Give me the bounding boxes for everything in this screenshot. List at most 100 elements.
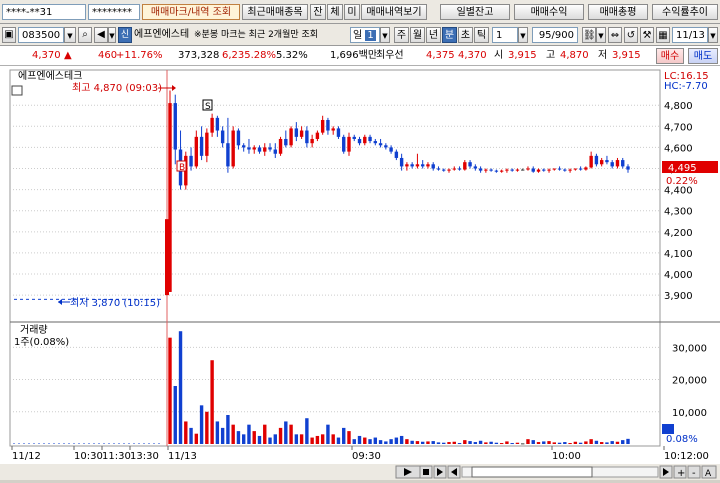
volume-bar [310, 437, 314, 444]
unfilled-button[interactable]: 미 [344, 4, 360, 20]
chain-dropdown-icon[interactable]: ▼ [596, 27, 606, 43]
recent-trades-button[interactable]: 최근매매종목 [242, 4, 308, 20]
count-input[interactable]: 95/900 [532, 27, 578, 43]
candle-body [305, 130, 309, 144]
interval-dropdown-icon[interactable]: ▼ [518, 27, 528, 43]
candle-body [568, 169, 572, 171]
arrows-icon[interactable]: ⇔ [608, 27, 622, 43]
hc-label: HC:-7.70 [664, 81, 708, 92]
period-select[interactable]: 일 1 [350, 27, 380, 43]
balance-button[interactable]: 잔 [310, 4, 326, 20]
sound-dropdown-icon[interactable]: ▼ [108, 27, 116, 43]
candle-body [347, 136, 351, 152]
price-pane[interactable] [9, 69, 661, 323]
candle-body [378, 143, 383, 146]
sell-button[interactable]: 매도 [688, 48, 718, 64]
date-dropdown-icon[interactable]: ▼ [708, 27, 718, 43]
price-tick-label: 3,900 [664, 291, 693, 302]
volume-tick-label: 10,000 [672, 408, 707, 419]
volume-bar [547, 441, 551, 444]
candle-body [273, 149, 277, 154]
volume-bar [568, 443, 572, 445]
undo-icon[interactable]: ↺ [624, 27, 638, 43]
tab-month[interactable]: 월 [410, 27, 425, 43]
candle-body [578, 168, 583, 170]
price-tick-label: 4,300 [664, 207, 693, 218]
stock-code-input[interactable]: 083500 [18, 27, 64, 43]
candle-body [220, 130, 225, 144]
credit-icon[interactable]: 신 [118, 27, 132, 43]
volume-bar [342, 427, 346, 444]
daily-balance-button[interactable]: 일별잔고 [440, 4, 510, 20]
candle-body [468, 162, 472, 167]
tab-second[interactable]: 초 [458, 27, 473, 43]
price-tick-label: 4,000 [664, 270, 693, 281]
volume-bar [626, 438, 630, 444]
price-tick-label: 4,100 [664, 249, 693, 260]
candle-body [436, 168, 441, 170]
period-dropdown-icon[interactable]: ▼ [380, 27, 390, 43]
sell-marker[interactable]: S [202, 99, 213, 112]
password-field[interactable]: ******** [88, 4, 140, 20]
volume-bar [578, 442, 583, 444]
volume-bar [426, 441, 430, 444]
calendar-icon[interactable]: ▦ [656, 27, 670, 43]
volume-bar [199, 405, 204, 444]
candle-body [189, 155, 193, 167]
candle-body [547, 169, 551, 171]
candle-body [452, 168, 456, 170]
x-tick-label: 10:12:00 [664, 451, 709, 462]
tab-year[interactable]: 년 [426, 27, 441, 43]
volume-pct-tag: 0.08% [666, 434, 698, 445]
candle-body [552, 168, 556, 170]
tab-tick[interactable]: 틱 [474, 27, 489, 43]
trade-history-button[interactable]: 매매내역보기 [361, 4, 427, 20]
candle-body [299, 130, 304, 137]
buy-button[interactable]: 매수 [656, 48, 684, 64]
volume-ratio: 6,235.28% [222, 50, 277, 61]
volume-bar [347, 431, 351, 444]
executed-button[interactable]: 체 [327, 4, 343, 20]
chart-panel[interactable]: 3,9004,0004,1004,2004,3004,4004,5004,600… [0, 66, 720, 480]
candle-body [173, 103, 177, 150]
account-field[interactable]: ****-**31 [2, 4, 86, 20]
time-scrollbar[interactable]: + - A [395, 465, 717, 479]
chain-icon[interactable]: ⛓ [582, 27, 596, 43]
volume-title: 거래량 [20, 324, 48, 336]
interval-select[interactable]: 1 [492, 27, 518, 43]
candle-body [420, 164, 425, 167]
return-trend-button[interactable]: 수익률추이 [652, 4, 718, 20]
sound-icon[interactable]: ◀ [94, 27, 108, 43]
volume-pane[interactable] [9, 321, 661, 447]
price-chart[interactable]: 3,9004,0004,1004,2004,3004,4004,5004,600… [0, 66, 720, 480]
tools-icon[interactable]: ⚒ [640, 27, 654, 43]
candle-body [484, 169, 488, 171]
search-icon[interactable]: ⌕ [78, 27, 92, 43]
candle-body [357, 138, 362, 144]
volume-bar [194, 433, 199, 444]
candle-body [615, 160, 620, 167]
candle-body [521, 169, 525, 171]
volume-bar [189, 427, 193, 444]
x-tick-label: 13:30 [130, 451, 159, 462]
scroll-thumb[interactable] [471, 466, 593, 478]
trade-profit-button[interactable]: 매매수익 [514, 4, 584, 20]
trade-summary-button[interactable]: 매매총평 [588, 4, 648, 20]
candle-body [563, 169, 567, 171]
candle-body [215, 117, 220, 131]
tab-minute[interactable]: 분 [442, 27, 457, 43]
volume-bar [457, 443, 462, 445]
best-bid-price: 4,370 [458, 50, 487, 61]
stock-code-dropdown-icon[interactable]: ▼ [64, 27, 76, 43]
candle-body [236, 130, 241, 146]
volume-bar [452, 441, 456, 444]
volume-bar [168, 337, 172, 444]
date-input[interactable]: 11/13 [672, 27, 708, 43]
buy-marker[interactable]: B [176, 160, 187, 173]
trade-mark-history-button[interactable]: 매매마크/내역 조회 [142, 4, 240, 20]
lock-icon[interactable]: ▣ [2, 27, 16, 43]
tab-week[interactable]: 주 [394, 27, 409, 43]
volume-bar [599, 442, 604, 444]
candle-body [199, 136, 204, 156]
grid-toggle-icon[interactable] [11, 85, 23, 96]
